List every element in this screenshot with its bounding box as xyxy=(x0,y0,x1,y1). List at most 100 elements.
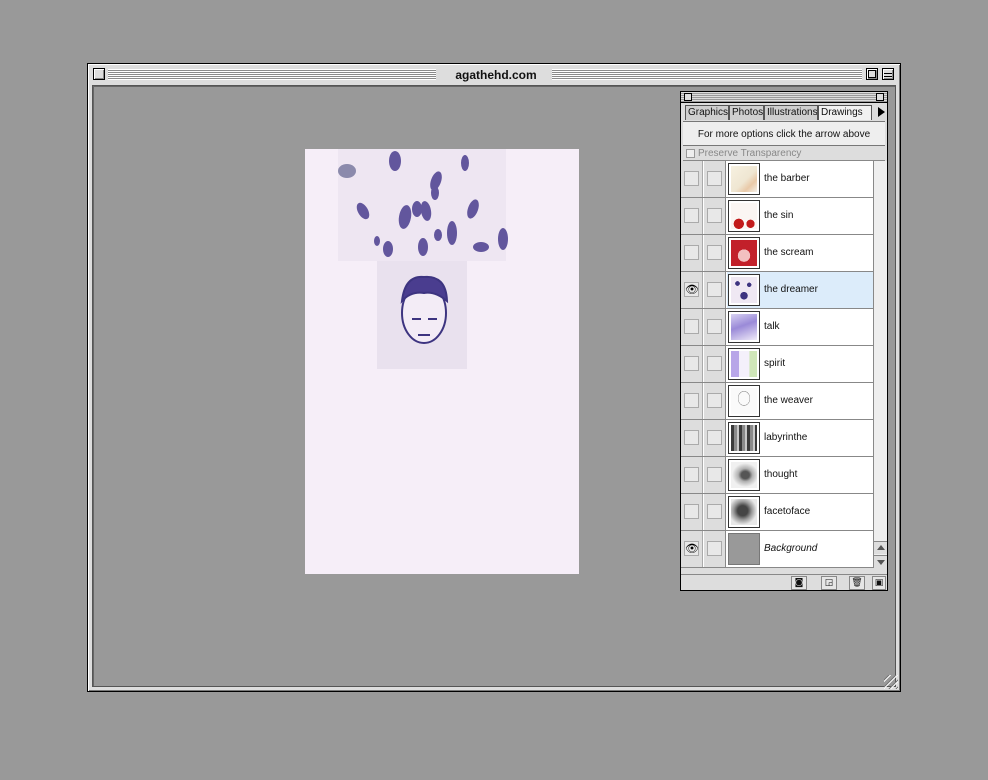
visibility-toggle[interactable]: 👁 xyxy=(681,272,703,308)
new-layer-icon: ◲ xyxy=(824,578,834,588)
layer-name: the scream xyxy=(764,247,814,258)
eye-mark xyxy=(498,228,508,250)
title-stripes-right xyxy=(552,69,862,80)
eye-icon: 👁 xyxy=(685,542,699,555)
layer-name: facetoface xyxy=(764,506,811,517)
close-box[interactable] xyxy=(93,68,105,80)
link-toggle[interactable] xyxy=(704,457,726,493)
palette-title-bar[interactable] xyxy=(681,92,887,103)
scroll-down-arrow-icon[interactable] xyxy=(874,555,887,568)
layer-thumbnail xyxy=(728,348,760,380)
title-stripes-left xyxy=(108,69,442,80)
eye-mark xyxy=(420,201,432,221)
tab-graphics[interactable]: Graphics xyxy=(685,105,729,120)
eye-mark xyxy=(431,186,439,200)
visibility-toggle[interactable] xyxy=(681,494,703,530)
title-bar[interactable]: agathehd.com xyxy=(90,66,898,84)
add-mask-button[interactable]: ◙ xyxy=(791,576,807,590)
visibility-toggle[interactable] xyxy=(681,235,703,271)
layer-name: spirit xyxy=(764,358,786,369)
layer-row-selected[interactable]: 👁 the dreamer xyxy=(681,272,873,309)
tab-illustrations[interactable]: Illustrations xyxy=(764,105,818,120)
eye-mark xyxy=(447,221,457,245)
layer-thumbnail xyxy=(728,533,760,565)
eye-icon: 👁 xyxy=(685,283,699,296)
preserve-transparency-label: Preserve Transparency xyxy=(698,148,802,159)
visibility-toggle[interactable] xyxy=(681,457,703,493)
layer-row[interactable]: the scream xyxy=(681,235,873,272)
layer-row[interactable]: thought xyxy=(681,457,873,494)
palette-menu-arrow-icon[interactable] xyxy=(878,107,885,117)
palette-resize-grip[interactable]: ▣ xyxy=(872,576,886,590)
layer-list: the barber the sin the scream 👁 the drea… xyxy=(681,161,873,568)
resize-icon: ▣ xyxy=(874,578,884,588)
link-toggle[interactable] xyxy=(704,420,726,456)
zoom-box[interactable] xyxy=(866,68,878,80)
link-toggle[interactable] xyxy=(704,383,726,419)
visibility-toggle[interactable]: 👁 xyxy=(681,531,703,567)
layer-thumbnail xyxy=(728,200,760,232)
palette-footer: ◙ ◲ 🗑 ▣ xyxy=(681,574,887,590)
scroll-up-arrow-icon[interactable] xyxy=(874,541,887,554)
layer-row[interactable]: spirit xyxy=(681,346,873,383)
layer-name: labyrinthe xyxy=(764,432,808,443)
palette-tabs: Graphics Photos Illustrations Drawings xyxy=(685,105,887,120)
layer-thumbnail xyxy=(728,163,760,195)
visibility-toggle[interactable] xyxy=(681,161,703,197)
layer-row[interactable]: the sin xyxy=(681,198,873,235)
layer-name: the barber xyxy=(764,173,810,184)
artwork-the-dreamer xyxy=(305,149,579,574)
new-layer-button[interactable]: ◲ xyxy=(821,576,837,590)
layer-scrollbar[interactable] xyxy=(873,161,887,568)
resize-grip[interactable] xyxy=(884,675,898,689)
layer-row-background[interactable]: 👁 Background xyxy=(681,531,873,568)
visibility-toggle[interactable] xyxy=(681,346,703,382)
preserve-transparency[interactable]: Preserve Transparency xyxy=(683,146,885,161)
layer-row[interactable]: the weaver xyxy=(681,383,873,420)
link-toggle[interactable] xyxy=(704,346,726,382)
layer-thumbnail xyxy=(728,496,760,528)
layer-name: the dreamer xyxy=(764,284,818,295)
visibility-toggle[interactable] xyxy=(681,309,703,345)
layer-row[interactable]: the barber xyxy=(681,161,873,198)
visibility-toggle[interactable] xyxy=(681,420,703,456)
visibility-toggle[interactable] xyxy=(681,383,703,419)
tab-drawings[interactable]: Drawings xyxy=(818,105,872,120)
layer-thumbnail xyxy=(728,459,760,491)
link-toggle[interactable] xyxy=(704,531,726,567)
palette-hint: For more options click the arrow above xyxy=(683,121,885,146)
layer-row[interactable]: facetoface xyxy=(681,494,873,531)
palette-zoom-box[interactable] xyxy=(876,93,884,101)
eye-mark xyxy=(461,155,469,171)
link-toggle[interactable] xyxy=(704,198,726,234)
layer-row[interactable]: labyrinthe xyxy=(681,420,873,457)
link-toggle[interactable] xyxy=(704,272,726,308)
visibility-toggle[interactable] xyxy=(681,198,703,234)
eye-mark xyxy=(356,202,370,220)
palette-close-box[interactable] xyxy=(684,93,692,101)
collapse-box[interactable] xyxy=(882,68,894,80)
eye-mark xyxy=(467,199,479,219)
link-toggle[interactable] xyxy=(704,161,726,197)
tab-photos[interactable]: Photos xyxy=(729,105,764,120)
preserve-transparency-checkbox[interactable] xyxy=(686,149,695,158)
mask-icon: ◙ xyxy=(794,578,804,588)
layer-thumbnail xyxy=(728,385,760,417)
layer-name: the sin xyxy=(764,210,794,221)
eye-mark xyxy=(418,238,428,256)
layer-name: talk xyxy=(764,321,780,332)
layer-row[interactable]: talk xyxy=(681,309,873,346)
layers-palette: Graphics Photos Illustrations Drawings F… xyxy=(680,91,888,591)
layer-thumbnail xyxy=(728,422,760,454)
link-toggle[interactable] xyxy=(704,235,726,271)
eye-mark xyxy=(374,236,380,246)
layer-name: thought xyxy=(764,469,798,480)
trash-icon: 🗑 xyxy=(851,578,863,588)
artwork-drawing xyxy=(338,151,508,344)
eye-mark xyxy=(473,242,489,252)
link-toggle[interactable] xyxy=(704,494,726,530)
link-toggle[interactable] xyxy=(704,309,726,345)
dreamer-head xyxy=(400,275,449,344)
eye-mark xyxy=(434,229,442,241)
delete-layer-button[interactable]: 🗑 xyxy=(849,576,865,590)
